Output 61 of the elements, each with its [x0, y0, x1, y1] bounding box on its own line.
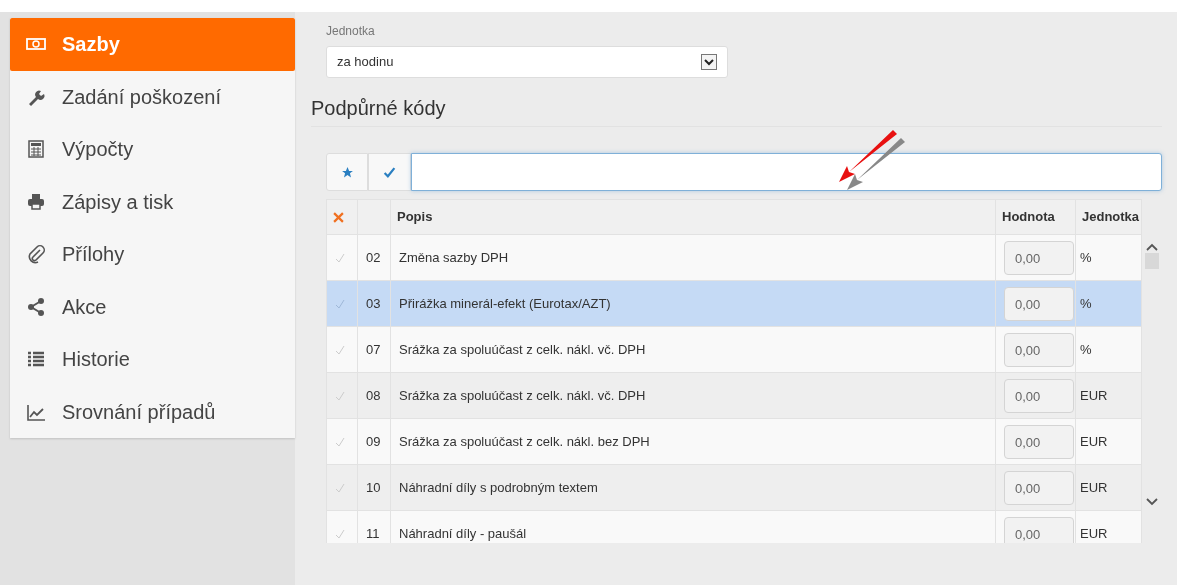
confirm-button[interactable]: [368, 153, 411, 191]
search-field[interactable]: [411, 153, 1162, 191]
check-icon[interactable]: [335, 529, 345, 540]
paperclip-icon: [26, 244, 46, 265]
field-label: Jednotka: [326, 23, 376, 40]
row-code: 07: [366, 341, 381, 357]
row-code: 11: [366, 525, 380, 541]
scroll-down-icon[interactable]: [1146, 498, 1158, 506]
share-icon: [26, 296, 46, 317]
sidebar-item[interactable]: Výpočty: [10, 123, 295, 176]
row-description: Srážka za spoluúčast z celk. nákl. bez DPH: [399, 433, 650, 449]
value-field[interactable]: 0,00: [1004, 470, 1074, 505]
check-icon[interactable]: [335, 437, 345, 448]
column-header: Hodnota: [1002, 209, 1055, 225]
row-code: 08: [366, 387, 381, 403]
value-field[interactable]: 0,00: [1004, 240, 1074, 275]
row-description: Přirážka minerál-efekt (Eurotax/AZT): [399, 295, 611, 311]
value-field[interactable]: 0,00: [1004, 378, 1074, 413]
sidebar-item[interactable]: Akce: [10, 280, 295, 333]
sidebar-item[interactable]: Historie: [10, 333, 295, 386]
scroll-up-icon[interactable]: [1146, 243, 1158, 251]
favorite-button[interactable]: [326, 153, 368, 191]
sidebar-item[interactable]: Srovnání případů: [10, 385, 295, 438]
check-icon[interactable]: [335, 299, 345, 310]
sidebar-item[interactable]: Zadání poškození: [10, 70, 295, 123]
unit-select[interactable]: za hodinu: [326, 46, 728, 78]
sidebar-item[interactable]: Zápisy a tisk: [10, 175, 295, 228]
row-description: Srážka za spoluúčast z celk. nákl. vč. DPH: [399, 341, 646, 357]
check-icon[interactable]: [335, 345, 345, 356]
clear-icon[interactable]: [333, 212, 344, 224]
row-code: 02: [366, 249, 381, 265]
check-icon[interactable]: [335, 253, 345, 264]
calculator-icon: [26, 139, 46, 160]
check-icon[interactable]: [335, 483, 345, 494]
section-title: Podpůrné kódy: [311, 96, 1162, 127]
row-unit: EUR: [1080, 387, 1108, 403]
row-description: Náhradní díly - paušál: [399, 525, 527, 541]
sidebar-item[interactable]: Přílohy: [10, 228, 295, 281]
row-description: Náhradní díly s podrobným textem: [399, 479, 598, 495]
check-icon: [383, 165, 396, 179]
row-unit: %: [1080, 249, 1092, 265]
row-code: 03: [366, 295, 381, 311]
row-code: 09: [366, 433, 381, 449]
row-unit: EUR: [1080, 525, 1108, 541]
column-header: Jednotka: [1082, 209, 1140, 225]
printer-icon: [26, 191, 46, 212]
column-header: Popis: [397, 209, 433, 225]
row-unit: %: [1080, 295, 1092, 311]
row-code: 10: [366, 479, 381, 495]
row-unit: %: [1080, 341, 1092, 357]
value-field[interactable]: 0,00: [1004, 516, 1074, 543]
value-field[interactable]: 0,00: [1004, 424, 1074, 459]
value-field[interactable]: 0,00: [1004, 286, 1074, 321]
value-field[interactable]: 0,00: [1004, 332, 1074, 367]
check-icon[interactable]: [335, 391, 345, 402]
row-description: Změna sazby DPH: [399, 249, 509, 265]
row-unit: EUR: [1080, 479, 1108, 495]
row-description: Srážka za spoluúčast z celk. nákl. vč. DPH: [399, 387, 646, 403]
dropdown-icon: [701, 54, 717, 70]
row-unit: EUR: [1080, 433, 1108, 449]
star-icon: [340, 165, 354, 179]
